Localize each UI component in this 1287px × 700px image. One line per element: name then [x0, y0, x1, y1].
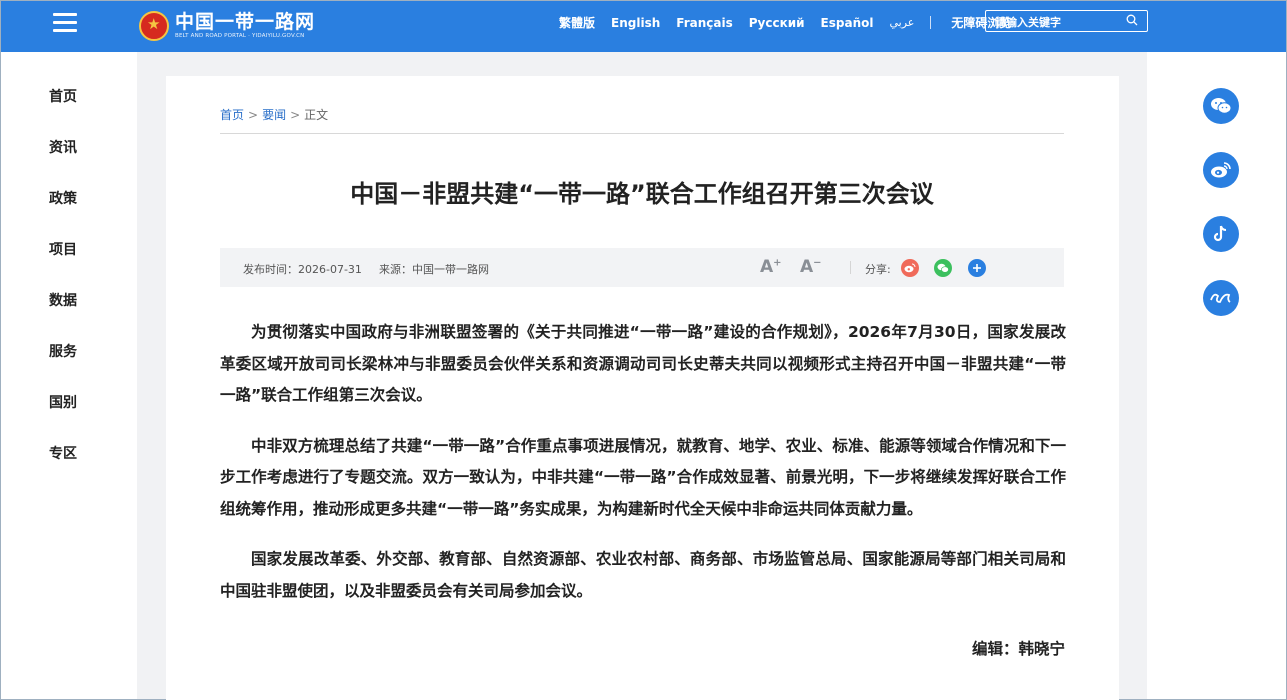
logo-subtitle: BELT AND ROAD PORTAL · YIDAIYILU.GOV.CN	[175, 33, 305, 39]
social-panel	[1147, 52, 1286, 699]
search-input[interactable]	[986, 12, 1116, 33]
search-box	[985, 10, 1148, 33]
site-logo[interactable]: 中国一带一路网 BELT AND ROAD PORTAL · YIDAIYILU…	[139, 6, 315, 46]
wechat-icon[interactable]	[1203, 88, 1239, 124]
breadcrumb-current: 正文	[304, 108, 329, 122]
article-container: 首页 > 要闻 > 正文 中国－非盟共建“一带一路”联合工作组召开第三次会议 发布时间：…	[166, 76, 1119, 700]
menu-icon[interactable]	[53, 13, 77, 33]
article-meta-bar: 发布时间：2026-07-31 来源：中国一带一路网 A+ A− 分享:	[220, 248, 1064, 287]
font-decrease-button[interactable]: A−	[800, 257, 822, 277]
nav-item-home[interactable]: 首页	[49, 86, 77, 106]
breadcrumb-section[interactable]: 要闻	[262, 108, 286, 122]
font-increase-button[interactable]: A+	[760, 257, 782, 277]
breadcrumb-separator: >	[290, 108, 301, 122]
nav-item-topics[interactable]: 专区	[49, 443, 77, 463]
breadcrumb: 首页 > 要闻 > 正文	[220, 106, 328, 123]
lang-russian[interactable]: Русский	[749, 16, 805, 30]
nav-item-services[interactable]: 服务	[49, 341, 77, 361]
divider	[850, 261, 851, 274]
national-emblem-icon	[139, 11, 169, 41]
nav-item-policy[interactable]: 政策	[49, 188, 77, 208]
article-title: 中国－非盟共建“一带一路”联合工作组召开第三次会议	[350, 180, 934, 208]
divider	[220, 133, 1064, 134]
tiktok-icon[interactable]	[1203, 216, 1239, 252]
nav-item-news[interactable]: 资讯	[49, 137, 77, 157]
publish-time: 发布时间：2026-07-31	[243, 263, 362, 276]
nav-item-projects[interactable]: 项目	[49, 239, 77, 259]
logo-title: 中国一带一路网	[175, 11, 316, 33]
lang-arabic[interactable]: عربي	[889, 16, 914, 29]
breadcrumb-home[interactable]: 首页	[220, 108, 244, 122]
lang-french[interactable]: Français	[676, 16, 732, 30]
sidebar-nav: 首页 资讯 政策 项目 数据 服务 国别 专区	[1, 52, 137, 699]
top-header: 中国一带一路网 BELT AND ROAD PORTAL · YIDAIYILU…	[1, 1, 1286, 52]
share-label: 分享:	[865, 263, 891, 276]
share-wechat-icon[interactable]	[934, 259, 952, 277]
lang-english[interactable]: English	[611, 16, 660, 30]
article-editor: 编辑：韩晓宁	[971, 640, 1065, 658]
nav-item-countries[interactable]: 国别	[49, 392, 77, 412]
share-weibo-icon[interactable]	[901, 259, 919, 277]
article-paragraph: 为贯彻落实中国政府与非洲联盟签署的《关于共同推进“一带一路”建设的合作规划》，2…	[220, 323, 1066, 404]
article-body: 为贯彻落实中国政府与非洲联盟签署的《关于共同推进“一带一路”建设的合作规划》，2…	[220, 317, 1066, 626]
language-switcher: 繁體版 English Français Русский Español عرب…	[559, 14, 1027, 31]
lang-traditional[interactable]: 繁體版	[559, 14, 595, 31]
article-source: 来源：中国一带一路网	[379, 263, 489, 276]
search-icon[interactable]	[1126, 14, 1138, 26]
weibo-icon[interactable]	[1203, 152, 1239, 188]
share-more-icon[interactable]	[968, 259, 986, 277]
breadcrumb-separator: >	[248, 108, 259, 122]
divider	[930, 16, 932, 29]
article-paragraph: 国家发展改革委、外交部、教育部、自然资源部、农业农村部、商务部、市场监管总局、国…	[220, 550, 1066, 600]
xuexi-icon[interactable]	[1203, 280, 1239, 316]
nav-item-data[interactable]: 数据	[49, 290, 77, 310]
article-paragraph: 中非双方梳理总结了共建“一带一路”合作重点事项进展情况，就教育、地学、农业、标准…	[220, 436, 1066, 518]
lang-spanish[interactable]: Español	[821, 16, 874, 30]
